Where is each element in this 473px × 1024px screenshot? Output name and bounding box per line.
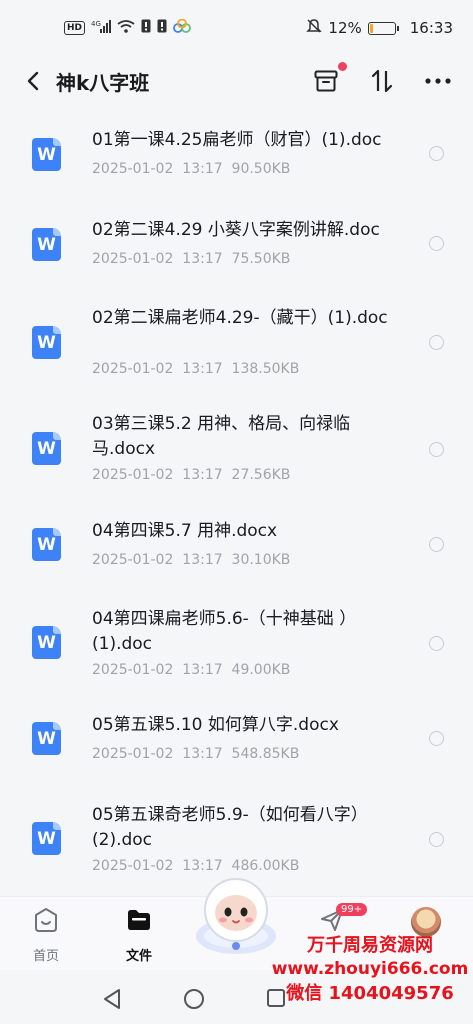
avatar xyxy=(411,907,441,937)
select-radio[interactable] xyxy=(429,146,444,161)
tab-files[interactable]: 文件 xyxy=(109,907,169,964)
folder-icon xyxy=(128,910,150,930)
clock: 16:33 xyxy=(409,19,453,37)
select-radio[interactable] xyxy=(429,636,444,651)
file-size: 90.50KB xyxy=(231,161,291,177)
file-date: 2025-01-02 xyxy=(92,858,174,874)
file-date: 2025-01-02 xyxy=(92,251,174,267)
message-badge: 99+ xyxy=(336,903,368,916)
assistant-mascot-button[interactable] xyxy=(190,870,282,962)
mute-icon xyxy=(306,18,323,38)
word-doc-icon: W xyxy=(32,326,61,359)
sort-button[interactable] xyxy=(369,68,395,94)
file-size: 75.50KB xyxy=(231,251,291,267)
sim-alert-icon-2 xyxy=(157,19,167,37)
file-size: 27.56KB xyxy=(231,467,291,483)
word-doc-icon: W xyxy=(32,722,61,755)
file-time: 13:17 xyxy=(182,746,223,762)
file-meta: 2025-01-02 13:17 27.56KB xyxy=(92,467,290,483)
battery-icon xyxy=(367,21,399,35)
file-time: 13:17 xyxy=(182,552,223,568)
select-radio[interactable] xyxy=(429,335,444,350)
square-recents-icon xyxy=(267,989,285,1007)
file-date: 2025-01-02 xyxy=(92,361,174,377)
file-time: 13:17 xyxy=(182,251,223,267)
app-logo-icon xyxy=(173,18,191,37)
file-meta: 2025-01-02 13:17 49.00KB xyxy=(92,662,290,678)
triangle-back-icon xyxy=(104,989,120,1009)
battery-percent: 12% xyxy=(328,19,362,37)
file-name: 01第一课4.25扁老师（财官）(1).doc xyxy=(92,130,382,150)
network-label: 4G xyxy=(91,20,101,28)
nav-actions xyxy=(313,62,451,94)
system-nav-bar xyxy=(0,972,473,1024)
home-icon xyxy=(35,908,57,932)
tab-files-label: 文件 xyxy=(125,949,152,964)
file-size: 49.00KB xyxy=(231,662,291,678)
file-date: 2025-01-02 xyxy=(92,746,174,762)
status-right: 12% 16:33 xyxy=(306,18,453,38)
file-meta: 2025-01-02 13:17 30.10KB xyxy=(92,552,290,568)
file-date: 2025-01-02 xyxy=(92,552,174,568)
word-doc-icon: W xyxy=(32,228,61,261)
file-name: 05第五课奇老师5.9-（如何看八字）(2).doc xyxy=(92,805,368,850)
notification-dot xyxy=(338,62,347,71)
tab-home-label: 首页 xyxy=(32,949,59,964)
file-name: 03第三课5.2 用神、格局、向禄临马.docx xyxy=(92,414,351,459)
file-name: 05第五课5.10 如何算八字.docx xyxy=(92,715,339,735)
word-doc-icon: W xyxy=(32,528,61,561)
file-date: 2025-01-02 xyxy=(92,467,174,483)
word-doc-icon: W xyxy=(32,626,61,659)
astronaut-mascot-icon xyxy=(196,878,276,954)
file-date: 2025-01-02 xyxy=(92,662,174,678)
file-time: 13:17 xyxy=(182,662,223,678)
hd-icon: HD xyxy=(64,21,86,35)
select-radio[interactable] xyxy=(429,442,444,457)
more-icon xyxy=(425,78,451,84)
page-title: 神k八字班 xyxy=(56,70,150,95)
file-size: 138.50KB xyxy=(231,361,300,377)
file-time: 13:17 xyxy=(182,361,223,377)
file-name: 04第四课5.7 用神.docx xyxy=(92,521,278,541)
back-button[interactable] xyxy=(18,66,48,96)
wifi-icon xyxy=(117,19,135,37)
archive-button[interactable] xyxy=(313,62,347,94)
select-radio[interactable] xyxy=(429,731,444,746)
file-size: 30.10KB xyxy=(231,552,291,568)
box-icon xyxy=(314,70,338,92)
file-meta: 2025-01-02 13:17 548.85KB xyxy=(92,746,299,762)
signal-icon: 4G xyxy=(91,20,112,36)
file-meta: 2025-01-02 13:17 90.50KB xyxy=(92,161,290,177)
file-time: 13:17 xyxy=(182,161,223,177)
file-name: 02第二课扁老师4.29-（藏干）(1).doc xyxy=(92,308,388,328)
sort-icon xyxy=(371,69,393,93)
file-meta: 2025-01-02 13:17 138.50KB xyxy=(92,361,299,377)
status-left: HD 4G xyxy=(64,18,191,37)
status-bar: HD 4G 12% 16:33 xyxy=(0,0,473,56)
file-name: 04第四课扁老师5.6-（十神基础 ）(1).doc xyxy=(92,609,357,654)
word-doc-icon: W xyxy=(32,822,61,855)
tab-home[interactable]: 首页 xyxy=(16,907,76,964)
watermark-line-1: 万千周易资源网 xyxy=(307,935,433,956)
file-name: 02第二课4.29 小葵八字案例讲解.doc xyxy=(92,220,380,240)
select-radio[interactable] xyxy=(429,537,444,552)
file-size: 548.85KB xyxy=(231,746,300,762)
nav-bar: 神k八字班 xyxy=(0,56,473,106)
more-button[interactable] xyxy=(425,68,451,94)
select-radio[interactable] xyxy=(429,236,444,251)
circle-home-icon xyxy=(184,989,204,1009)
sim-alert-icon xyxy=(141,19,151,37)
file-date: 2025-01-02 xyxy=(92,161,174,177)
file-meta: 2025-01-02 13:17 75.50KB xyxy=(92,251,290,267)
system-back-button[interactable] xyxy=(102,988,122,1014)
system-home-button[interactable] xyxy=(183,988,205,1014)
select-radio[interactable] xyxy=(429,832,444,847)
word-doc-icon: W xyxy=(32,138,61,171)
system-recents-button[interactable] xyxy=(266,988,286,1012)
file-time: 13:17 xyxy=(182,467,223,483)
back-arrow-icon xyxy=(27,71,39,91)
word-doc-icon: W xyxy=(32,432,61,465)
